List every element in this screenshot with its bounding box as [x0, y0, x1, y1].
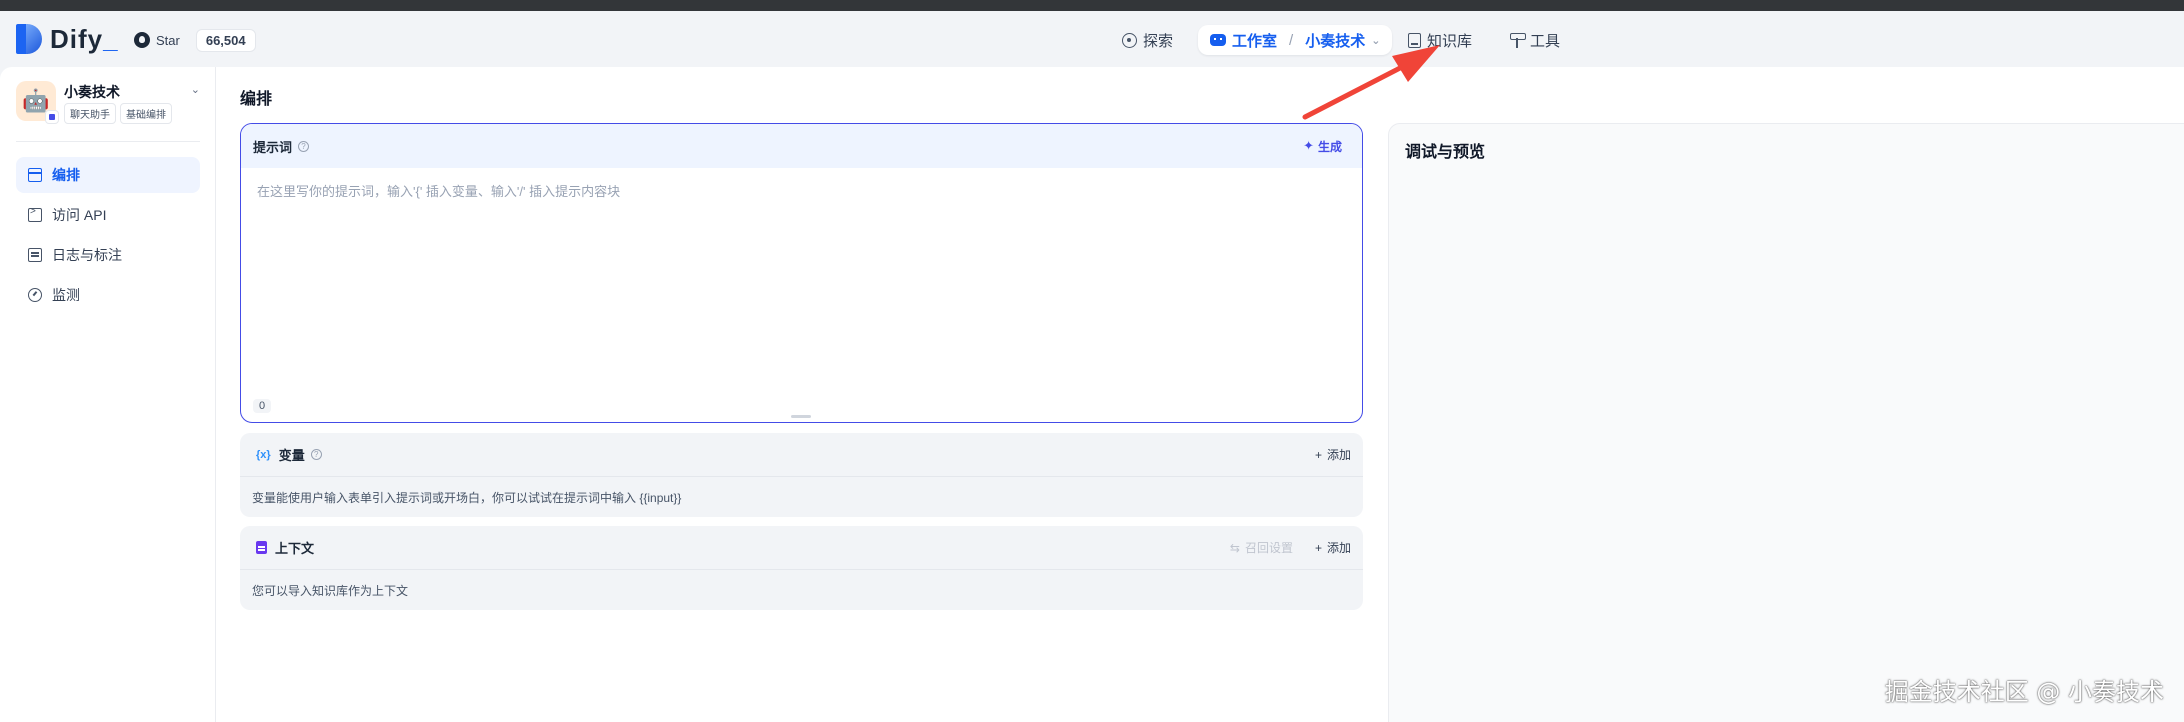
nav-knowledge[interactable]: 知识库: [1396, 25, 1484, 55]
main-content: 编排 提示词 ? ✦ 生成 在这里写你的提示词，输入'{' 插入变量、输入'/'…: [216, 67, 2184, 722]
app-tags: 聊天助手 基础编排: [64, 103, 172, 124]
nav-separator: /: [1289, 31, 1294, 49]
variables-description: 变量能使用户输入表单引入提示词或开场白，你可以试试在提示词中输入 {{input…: [252, 491, 682, 505]
app-sidebar: 🤖 小奏技术 ⌄ 聊天助手 基础编排 编排 访问 API 日志与标注 监测: [0, 67, 216, 722]
variables-actions: + 添加: [1315, 446, 1351, 463]
book-icon: [1408, 32, 1421, 48]
nav-tools-label: 工具: [1530, 32, 1561, 50]
terminal-icon: [28, 206, 42, 222]
document-icon: [256, 541, 267, 554]
chevron-down-icon[interactable]: ⌄: [1371, 34, 1380, 47]
context-actions: ⇆ 召回设置 + 添加: [1230, 539, 1351, 556]
robot-icon: [1210, 34, 1226, 46]
generate-label: 生成: [1317, 139, 1342, 154]
generate-button[interactable]: ✦ 生成: [1295, 134, 1350, 159]
char-count: 0: [253, 399, 272, 413]
dify-logo-mark: [16, 24, 42, 54]
context-title: 上下文: [275, 541, 315, 556]
hammer-icon: [1510, 32, 1526, 48]
file-list-icon: [28, 248, 42, 262]
nav-explore-label: 探索: [1143, 32, 1174, 50]
dify-logo[interactable]: Dify_: [16, 24, 119, 54]
debug-preview-panel: 调试与预览: [1388, 123, 2184, 722]
page-title: 编排: [240, 91, 273, 108]
plus-icon: +: [1314, 447, 1322, 462]
nav-studio-label: 工作室: [1232, 32, 1278, 50]
sidebar-item-orchestrate[interactable]: 编排: [16, 157, 200, 193]
recall-settings-label: 召回设置: [1244, 541, 1293, 555]
sidebar-item-label: 编排: [52, 167, 80, 183]
github-star-label: Star: [156, 32, 180, 48]
settings-icon: ⇆: [1229, 540, 1240, 555]
nav-knowledge-label: 知识库: [1427, 32, 1473, 50]
app-mode-tag: 基础编排: [120, 103, 172, 124]
app-type-tag: 聊天助手: [64, 103, 116, 124]
app-avatar: 🤖: [16, 81, 59, 124]
context-header: 上下文 ⇆ 召回设置 + 添加: [240, 526, 1363, 570]
help-circle-icon[interactable]: ?: [298, 140, 310, 152]
add-variable-button[interactable]: + 添加: [1315, 446, 1351, 463]
sidebar-nav: 编排 访问 API 日志与标注 监测: [16, 157, 200, 317]
compass-icon: [1122, 32, 1137, 48]
add-variable-label: 添加: [1326, 448, 1351, 462]
sidebar-divider: [16, 141, 200, 142]
app-name: 小奏技术: [64, 84, 120, 100]
logo-text: Dify_: [50, 23, 119, 54]
sidebar-item-label: 访问 API: [52, 207, 107, 223]
nav-workspace-label[interactable]: 小奏技术: [1305, 30, 1365, 51]
sidebar-item-label: 监测: [52, 287, 80, 303]
plus-icon: +: [1314, 540, 1322, 555]
sidebar-item-logs[interactable]: 日志与标注: [16, 237, 200, 273]
nav-explore[interactable]: 探索: [1110, 25, 1185, 55]
sidebar-item-label: 日志与标注: [52, 247, 122, 263]
prompt-title: 提示词: [253, 139, 293, 155]
chevron-down-icon[interactable]: ⌄: [191, 83, 200, 96]
variables-title: 变量: [278, 448, 305, 463]
help-circle-icon[interactable]: ?: [310, 449, 322, 460]
nav-tools[interactable]: 工具: [1498, 25, 1572, 55]
browser-top-strip: [0, 0, 2184, 11]
variable-icon: {x}: [256, 448, 271, 461]
gauge-icon: [28, 288, 42, 302]
sidebar-item-monitor[interactable]: 监测: [16, 277, 200, 313]
add-context-button[interactable]: + 添加: [1315, 539, 1351, 556]
app-info-card[interactable]: 🤖 小奏技术 ⌄ 聊天助手 基础编排: [16, 81, 200, 127]
context-description: 您可以导入知识库作为上下文: [252, 584, 409, 598]
layout-icon: [28, 168, 42, 182]
preview-title: 调试与预览: [1405, 144, 1486, 161]
github-icon: [134, 32, 150, 48]
chat-type-badge-icon: [45, 110, 59, 124]
variables-header: {x} 变量 ? + 添加: [240, 433, 1363, 477]
nav-studio[interactable]: 工作室 / 小奏技术 ⌄: [1198, 25, 1393, 55]
sidebar-item-api[interactable]: 访问 API: [16, 197, 200, 233]
github-star-count: 66,504: [195, 28, 256, 52]
variables-panel: {x} 变量 ? + 添加 变量能使用户输入表单引入提示词或开场白，你可以试试在…: [240, 433, 1363, 517]
recall-settings-button[interactable]: ⇆ 召回设置: [1230, 539, 1293, 556]
context-panel: 上下文 ⇆ 召回设置 + 添加 您可以导入知识库作为上下文: [240, 526, 1363, 610]
top-header: Dify_ Star 66,504 探索 工作室 / 小奏技术 ⌄ 知识库 工具: [0, 11, 2184, 67]
prompt-header: 提示词 ? ✦ 生成: [241, 124, 1362, 168]
watermark-text: 掘金技术社区 @ 小奏技术: [1884, 678, 2164, 706]
sparkle-icon: ✦: [1303, 138, 1314, 153]
prompt-editor[interactable]: 提示词 ? ✦ 生成 在这里写你的提示词，输入'{' 插入变量、输入'/' 插入…: [240, 123, 1363, 423]
add-context-label: 添加: [1326, 541, 1351, 555]
prompt-input[interactable]: 在这里写你的提示词，输入'{' 插入变量、输入'/' 插入提示内容块: [257, 181, 620, 200]
github-star-button[interactable]: Star 66,504: [134, 28, 256, 52]
resize-handle[interactable]: [791, 415, 811, 418]
